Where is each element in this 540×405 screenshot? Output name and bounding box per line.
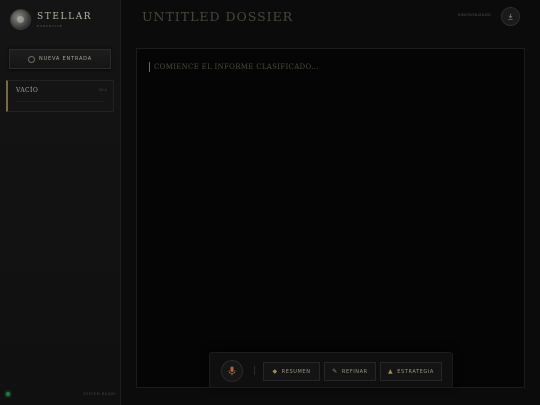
entry-title: VACÍO [16,87,39,94]
diamond-icon: ◆ [272,368,278,375]
microphone-button[interactable] [221,360,243,382]
brand-subtitle: EXECUTIVE [37,23,63,28]
triangle-icon: ▲ [388,368,394,375]
header: UNTITLED DOSSIER SINCRONIZADO [121,0,540,34]
summary-label: RESUMEN [281,368,311,375]
brand: STELLAR EXECUTIVE [10,9,92,30]
brand-name: STELLAR [37,11,93,22]
summary-button[interactable]: ◆ RESUMEN [263,362,320,381]
document-title[interactable]: UNTITLED DOSSIER [142,9,293,24]
circle-icon [28,55,36,63]
new-entry-button[interactable]: NUEVA ENTRADA [9,49,111,69]
status-indicator-icon [6,392,10,396]
main-area: UNTITLED DOSSIER SINCRONIZADO ◆ RESUMEN … [121,0,540,405]
editor-panel [136,48,525,388]
entry-meta: 00:0 [99,88,107,92]
microphone-icon [228,366,236,376]
status-text: SYSTEM READY [83,392,116,396]
strategy-button[interactable]: ▲ ESTRATEGIA [380,362,442,381]
refine-label: REFINAR [341,368,368,375]
pen-icon: ✎ [332,368,338,375]
text-caret [149,62,150,72]
new-entry-label: NUEVA ENTRADA [39,56,92,62]
status-bar: SYSTEM READY [6,392,116,398]
download-icon [508,13,513,20]
entry-divider [16,101,105,102]
brand-text: STELLAR EXECUTIVE [37,12,92,28]
entry-list-item[interactable]: VACÍO 00:0 [6,80,114,112]
refine-button[interactable]: ✎ REFINAR [324,362,376,381]
stellar-logo-icon [10,9,31,30]
sidebar: STELLAR EXECUTIVE NUEVA ENTRADA VACÍO 00… [0,0,121,405]
action-toolbar: ◆ RESUMEN ✎ REFINAR ▲ ESTRATEGIA [209,352,453,388]
toolbar-divider [254,366,255,375]
sync-status: SINCRONIZADO [458,13,492,17]
report-input[interactable] [154,63,514,71]
download-button[interactable] [501,7,520,26]
strategy-label: ESTRATEGIA [397,368,434,375]
